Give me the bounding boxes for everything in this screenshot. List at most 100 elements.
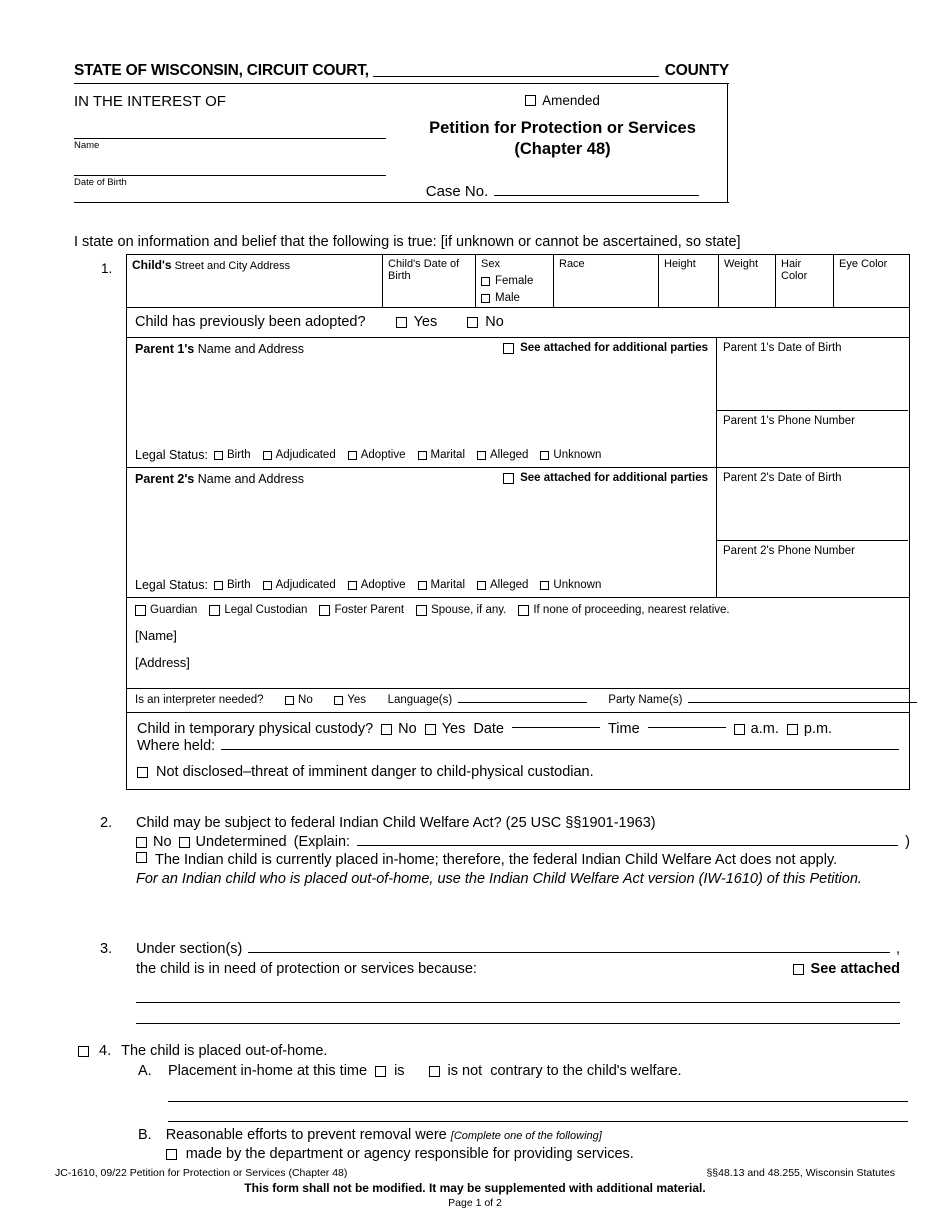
nearest-relative-checkbox[interactable] (518, 604, 530, 616)
icwa-no-option[interactable]: No (136, 834, 172, 850)
child-height-cell[interactable]: Height (659, 255, 719, 307)
parent1-dob-cell[interactable]: Parent 1's Date of Birth (717, 338, 908, 411)
parent2-phone-cell[interactable]: Parent 2's Phone Number (717, 541, 908, 597)
parent1-legal-birth[interactable]: Birth (213, 449, 251, 461)
guardian-checkbox[interactable] (135, 604, 146, 616)
child-dob-input-line[interactable] (74, 175, 386, 176)
interpreter-no-option[interactable]: No (285, 694, 313, 706)
child-hair-color-cell[interactable]: Hair Color (776, 255, 834, 307)
parent1-phone-cell[interactable]: Parent 1's Phone Number (717, 411, 908, 467)
nearest-relative-option[interactable]: If none of proceeding, nearest relative. (518, 604, 730, 616)
icwa-explain-input-line[interactable] (357, 844, 899, 846)
child-name-input-line[interactable] (74, 138, 386, 139)
parent1-see-attached-checkbox[interactable] (503, 342, 515, 354)
spouse-option[interactable]: Spouse, if any. (416, 604, 506, 616)
female-checkbox[interactable] (481, 276, 490, 286)
item3-see-attached-checkbox[interactable] (792, 963, 804, 975)
custody-am-option[interactable]: a.m. (733, 721, 779, 737)
icwa-in-home-option[interactable]: The Indian child is currently placed in-… (136, 852, 910, 868)
item4-a-blank-line-1[interactable] (168, 1100, 908, 1102)
parent2-see-attached-option[interactable]: See attached for additional parties (503, 472, 710, 484)
item4-b-option1-checkbox[interactable] (165, 1148, 177, 1160)
item4-checkbox[interactable] (78, 1045, 89, 1057)
item3-blank-line-2[interactable] (136, 1022, 900, 1024)
item3-blank-line-1[interactable] (136, 1001, 900, 1003)
child-sex-male-option[interactable]: Male (481, 292, 548, 304)
item3-see-attached-option[interactable]: See attached (792, 961, 900, 977)
child-address-cell[interactable]: Child's Street and City Address (127, 255, 383, 307)
parent1-unknown-checkbox[interactable] (540, 450, 550, 460)
adopted-no-checkbox[interactable] (467, 316, 479, 328)
parent1-legal-adoptive[interactable]: Adoptive (347, 449, 406, 461)
case-number-input-line[interactable] (494, 194, 700, 197)
item4-a-is-checkbox[interactable] (375, 1065, 387, 1077)
custody-no-option[interactable]: No (381, 721, 417, 737)
parent1-adjudicated-checkbox[interactable] (262, 450, 272, 460)
guardian-option[interactable]: Guardian (135, 604, 197, 616)
custody-yes-checkbox[interactable] (424, 723, 436, 735)
custody-pm-option[interactable]: p.m. (786, 721, 832, 737)
custody-pm-checkbox[interactable] (786, 723, 798, 735)
icwa-in-home-checkbox[interactable] (136, 852, 147, 863)
interpreter-no-checkbox[interactable] (285, 695, 295, 705)
where-held-input-line[interactable] (221, 748, 899, 750)
spouse-checkbox[interactable] (416, 604, 428, 616)
parent1-alleged-checkbox[interactable] (477, 450, 487, 460)
item4-a-blank-line-2[interactable] (168, 1120, 908, 1122)
parent1-legal-alleged[interactable]: Alleged (477, 449, 528, 461)
county-input-line[interactable] (372, 75, 659, 77)
child-sex-female-option[interactable]: Female (481, 275, 548, 287)
parent2-legal-marital[interactable]: Marital (417, 579, 465, 591)
parent2-legal-unknown[interactable]: Unknown (540, 579, 601, 591)
parent1-marital-checkbox[interactable] (417, 450, 427, 460)
legal-custodian-option[interactable]: Legal Custodian (209, 604, 307, 616)
under-sections-input-line[interactable] (248, 951, 890, 953)
parent2-legal-adjudicated[interactable]: Adjudicated (262, 579, 336, 591)
foster-parent-checkbox[interactable] (319, 604, 331, 616)
icwa-undetermined-option[interactable]: Undetermined (178, 834, 287, 850)
interpreter-yes-checkbox[interactable] (334, 695, 344, 705)
parent2-legal-birth[interactable]: Birth (213, 579, 251, 591)
child-dob-cell[interactable]: Child's Date of Birth (383, 255, 476, 307)
parent2-legal-alleged[interactable]: Alleged (477, 579, 528, 591)
party-names-input-line[interactable] (688, 701, 918, 703)
parent1-legal-unknown[interactable]: Unknown (540, 449, 601, 461)
not-disclosed-checkbox[interactable] (137, 766, 148, 778)
child-weight-cell[interactable]: Weight (719, 255, 776, 307)
foster-parent-option[interactable]: Foster Parent (319, 604, 404, 616)
adopted-yes-checkbox[interactable] (395, 316, 407, 328)
icwa-no-checkbox[interactable] (136, 836, 147, 848)
parent1-adoptive-checkbox[interactable] (347, 450, 357, 460)
child-eye-color-cell[interactable]: Eye Color (834, 255, 908, 307)
parent1-legal-adjudicated[interactable]: Adjudicated (262, 449, 336, 461)
interpreter-yes-option[interactable]: Yes (334, 694, 366, 706)
parent2-legal-adoptive[interactable]: Adoptive (347, 579, 406, 591)
amended-checkbox[interactable] (525, 95, 537, 106)
parent2-see-attached-checkbox[interactable] (503, 472, 515, 484)
parent2-alleged-checkbox[interactable] (477, 580, 487, 590)
item4-b-option1[interactable]: made by the department or agency respons… (165, 1146, 634, 1162)
legal-custodian-checkbox[interactable] (209, 604, 221, 616)
child-race-cell[interactable]: Race (554, 255, 659, 307)
male-checkbox[interactable] (481, 293, 490, 303)
parent2-adjudicated-checkbox[interactable] (262, 580, 272, 590)
custody-am-checkbox[interactable] (733, 723, 745, 735)
not-disclosed-option[interactable]: Not disclosed–threat of imminent danger … (137, 764, 899, 780)
guardian-name-placeholder[interactable]: [Name] (135, 628, 901, 643)
languages-input-line[interactable] (458, 701, 587, 703)
parent2-unknown-checkbox[interactable] (540, 580, 550, 590)
custody-no-checkbox[interactable] (381, 723, 393, 735)
custody-yes-option[interactable]: Yes (424, 721, 465, 737)
parent2-dob-cell[interactable]: Parent 2's Date of Birth (717, 468, 908, 541)
guardian-address-placeholder[interactable]: [Address] (135, 655, 901, 670)
parent2-marital-checkbox[interactable] (417, 580, 427, 590)
parent2-birth-checkbox[interactable] (213, 580, 223, 590)
custody-time-input-line[interactable] (647, 726, 726, 728)
custody-date-input-line[interactable] (511, 726, 600, 728)
parent1-birth-checkbox[interactable] (213, 450, 223, 460)
parent2-adoptive-checkbox[interactable] (347, 580, 357, 590)
parent1-legal-marital[interactable]: Marital (417, 449, 465, 461)
item4-a-is-not-checkbox[interactable] (428, 1065, 440, 1077)
icwa-undetermined-checkbox[interactable] (178, 836, 190, 848)
parent1-see-attached-option[interactable]: See attached for additional parties (503, 342, 710, 354)
